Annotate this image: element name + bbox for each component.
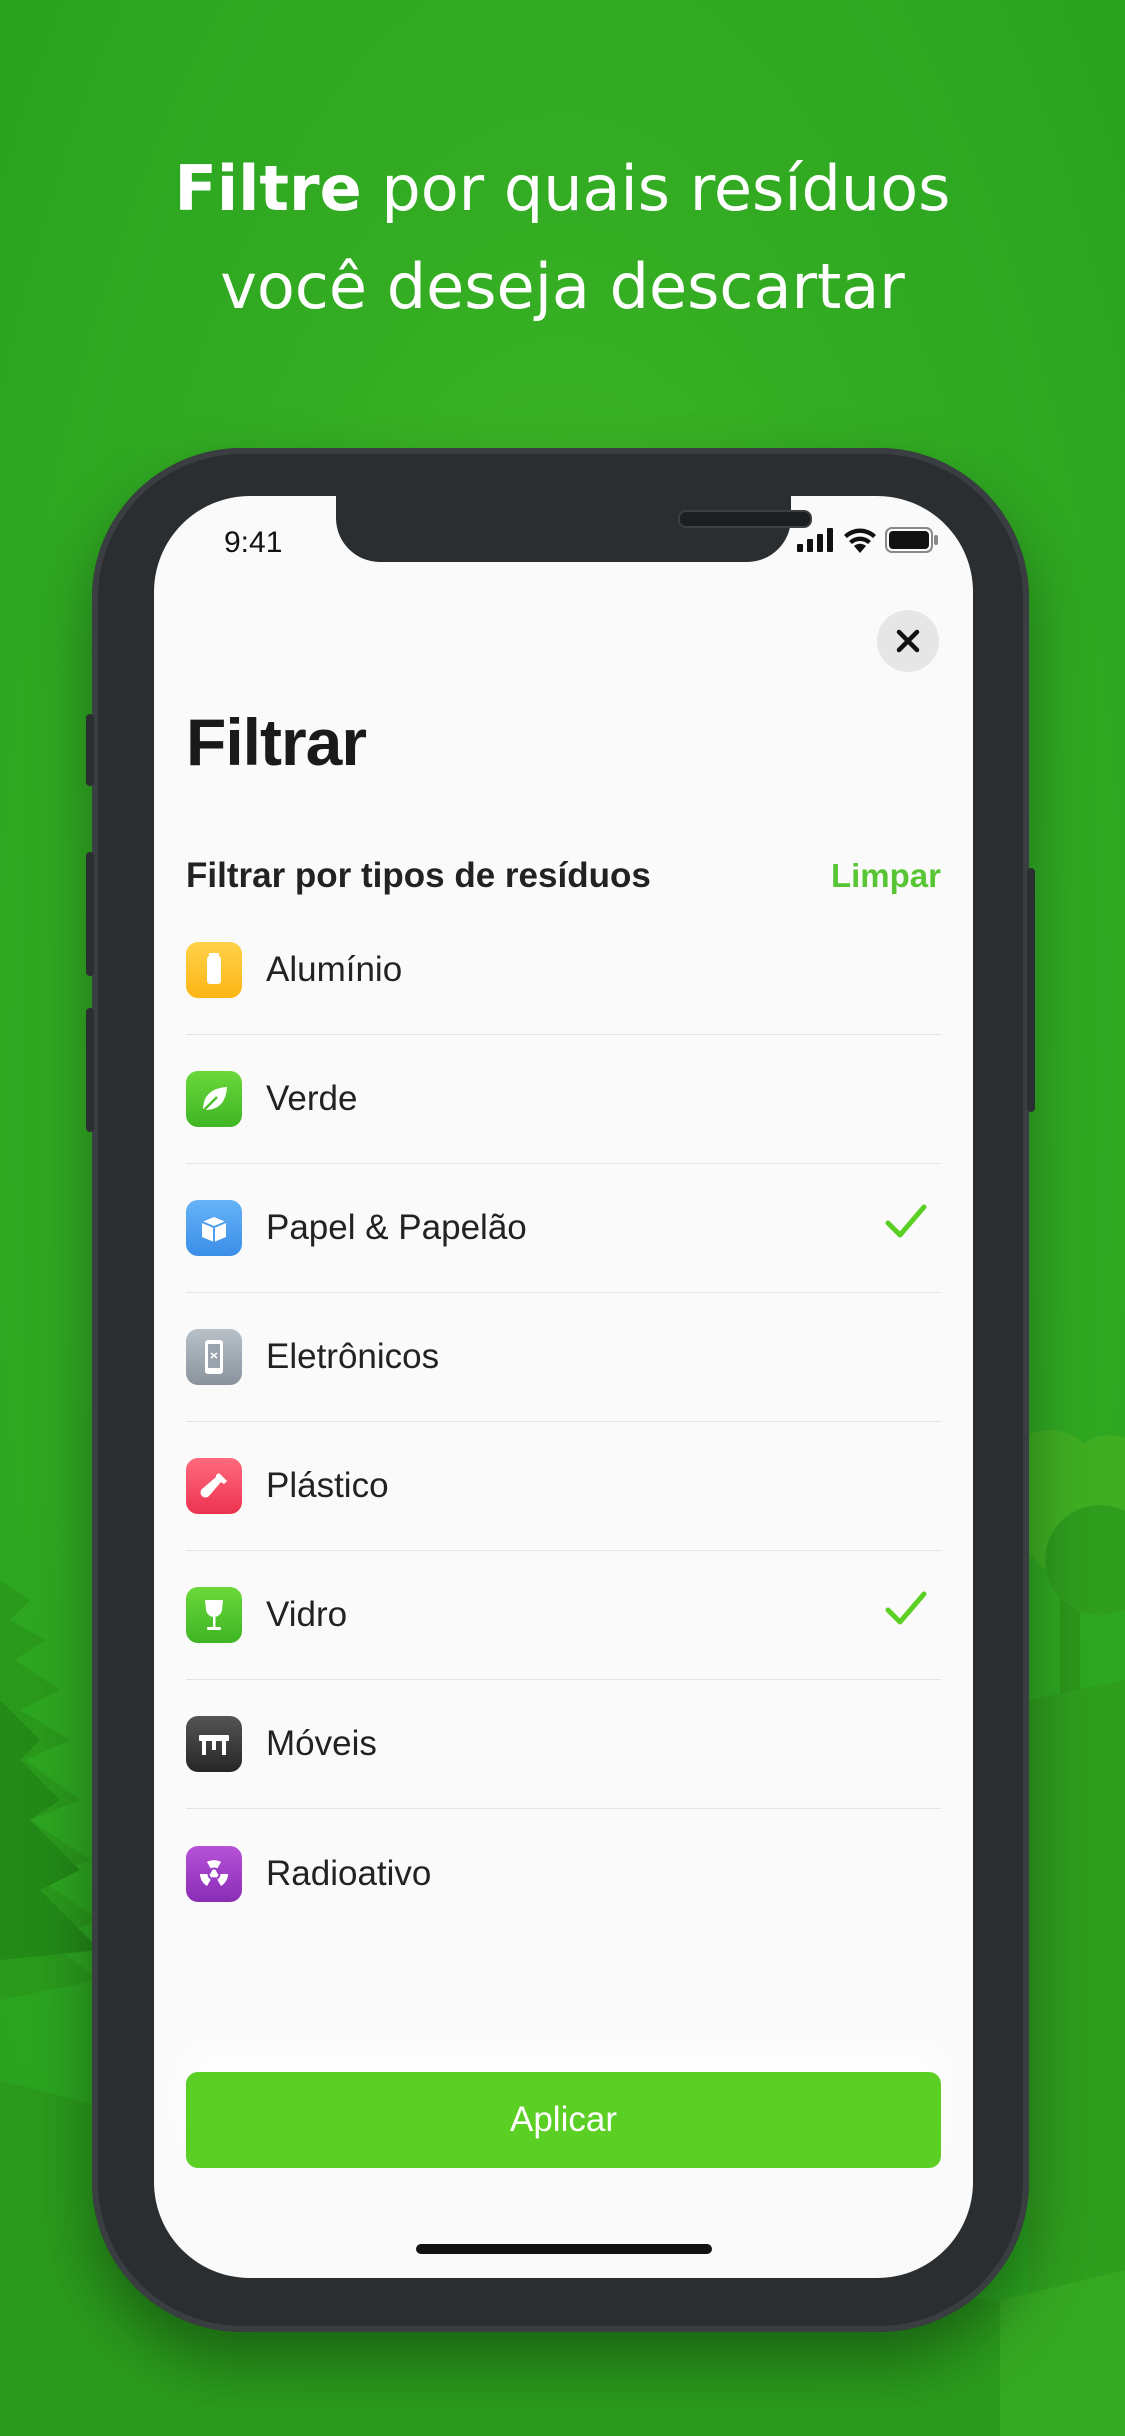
phone-volume-up bbox=[86, 852, 94, 976]
phone-icon bbox=[186, 1329, 242, 1385]
phone-side-button bbox=[86, 714, 94, 786]
category-row-eletronicos[interactable]: Eletrônicos bbox=[186, 1293, 941, 1422]
category-row-plastico[interactable]: Plástico bbox=[186, 1422, 941, 1551]
close-button[interactable] bbox=[877, 610, 939, 672]
checkmark-icon bbox=[885, 1591, 927, 1625]
home-indicator[interactable] bbox=[416, 2244, 712, 2254]
checkmark-icon bbox=[885, 1204, 927, 1238]
battery-icon bbox=[885, 527, 938, 553]
section-title: Filtrar por tipos de resíduos bbox=[186, 856, 651, 895]
phone-screen: 9:41 Filtrar Filtrar por tipos de resídu… bbox=[154, 496, 973, 2278]
table-icon bbox=[186, 1716, 242, 1772]
headline: Filtre por quais resíduos você deseja de… bbox=[0, 140, 1125, 336]
category-row-verde[interactable]: Verde bbox=[186, 1035, 941, 1164]
section-header: Filtrar por tipos de resíduos Limpar bbox=[186, 856, 941, 896]
page-title: Filtrar bbox=[186, 705, 367, 779]
category-label: Móveis bbox=[266, 1724, 377, 1763]
category-label: Radioativo bbox=[266, 1853, 432, 1893]
category-list: Alumínio Verde Papel & Papelão Eletrônic… bbox=[186, 906, 941, 1938]
signal-icon bbox=[797, 528, 833, 552]
phone-power-button bbox=[1027, 868, 1035, 1112]
box-icon bbox=[186, 1200, 242, 1256]
radiation-icon bbox=[186, 1845, 242, 1902]
category-label: Papel & Papelão bbox=[266, 1208, 527, 1247]
speaker bbox=[678, 510, 812, 528]
category-row-aluminio[interactable]: Alumínio bbox=[186, 906, 941, 1035]
phone-volume-down bbox=[86, 1008, 94, 1132]
category-row-radioativo[interactable]: Radioativo bbox=[186, 1809, 941, 1938]
status-icons bbox=[797, 526, 939, 554]
category-label: Vidro bbox=[266, 1595, 348, 1634]
category-label: Plástico bbox=[266, 1466, 389, 1505]
category-label: Alumínio bbox=[266, 950, 403, 989]
clear-button[interactable]: Limpar bbox=[831, 857, 941, 895]
notch bbox=[336, 496, 812, 562]
bottle-icon bbox=[186, 1458, 242, 1514]
category-row-moveis[interactable]: Móveis bbox=[186, 1680, 941, 1809]
headline-line1: por quais resíduos bbox=[361, 152, 951, 225]
category-label: Eletrônicos bbox=[266, 1337, 440, 1376]
status-time: 9:41 bbox=[224, 526, 283, 559]
wine-glass-icon bbox=[186, 1587, 242, 1643]
category-row-papel[interactable]: Papel & Papelão bbox=[186, 1164, 941, 1293]
leaf-icon bbox=[186, 1071, 242, 1127]
headline-line2: você deseja descartar bbox=[220, 250, 905, 323]
headline-bold: Filtre bbox=[174, 152, 362, 225]
apply-button[interactable]: Aplicar bbox=[186, 2072, 941, 2168]
close-icon bbox=[896, 629, 920, 653]
category-label: Verde bbox=[266, 1079, 358, 1118]
wifi-icon bbox=[844, 528, 876, 553]
category-row-vidro[interactable]: Vidro bbox=[186, 1551, 941, 1680]
can-icon bbox=[186, 942, 242, 998]
